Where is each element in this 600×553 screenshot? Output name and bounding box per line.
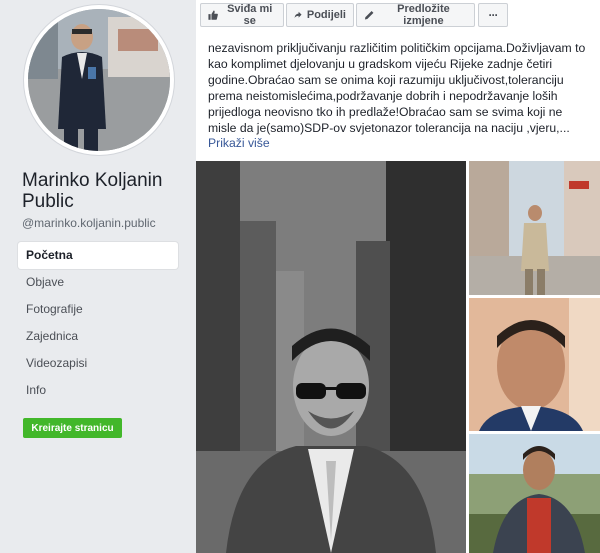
nav-item-label: Objave xyxy=(26,275,65,289)
suggest-edits-button[interactable]: Predložite izmjene xyxy=(356,3,475,27)
post-photo-4[interactable] xyxy=(469,434,600,553)
nav-item-fotografije[interactable]: Fotografije xyxy=(18,296,178,323)
page-title[interactable]: Marinko Koljanin Public xyxy=(22,170,182,212)
nav-item-label: Zajednica xyxy=(26,329,79,343)
nav-item-pocetna[interactable]: Početna xyxy=(18,242,178,269)
nav-item-label: Početna xyxy=(26,248,73,262)
closeup-portrait-photo xyxy=(469,298,600,431)
post-photo-2[interactable] xyxy=(469,161,600,295)
profile-picture[interactable] xyxy=(24,5,174,155)
like-button[interactable]: Sviđa mi se xyxy=(200,3,284,27)
post-photo-main[interactable] xyxy=(196,161,466,553)
see-more-link[interactable]: Prikaži više xyxy=(208,136,270,150)
profile-photo xyxy=(28,9,170,151)
suggest-edits-label: Predložite izmjene xyxy=(397,3,450,27)
page-nav: Početna Objave Fotografije Zajednica Vid… xyxy=(18,242,178,404)
page-handle: @marinko.koljanin.public xyxy=(22,216,156,230)
page-action-bar: Sviđa mi se Podijeli Predložite izmjene … xyxy=(196,0,600,37)
nav-item-zajednica[interactable]: Zajednica xyxy=(18,323,178,350)
thumbs-up-icon xyxy=(208,10,218,20)
like-label: Sviđa mi se xyxy=(227,3,273,27)
city-street-photo xyxy=(469,161,600,295)
street-portrait-bw xyxy=(196,161,466,553)
nav-item-info[interactable]: Info xyxy=(18,377,178,404)
nav-item-videozapisi[interactable]: Videozapisi xyxy=(18,350,178,377)
sidebar: Marinko Koljanin Public @marinko.koljani… xyxy=(0,0,188,553)
ellipsis-icon: ··· xyxy=(488,8,499,22)
share-label: Podijeli xyxy=(306,9,346,21)
post-card: nezavisnom priključivanju različitim pol… xyxy=(196,36,600,553)
create-page-button[interactable]: Kreirajte stranicu xyxy=(23,418,122,438)
pencil-icon xyxy=(364,11,374,20)
more-options-button[interactable]: ··· xyxy=(478,3,508,27)
post-text: nezavisnom priključivanju različitim pol… xyxy=(208,41,586,135)
share-arrow-icon xyxy=(294,11,302,18)
post-photo-3[interactable] xyxy=(469,298,600,431)
nav-item-label: Fotografije xyxy=(26,302,83,316)
share-button[interactable]: Podijeli xyxy=(286,3,354,27)
profile-photo-illustration xyxy=(28,9,170,151)
nav-item-objave[interactable]: Objave xyxy=(18,269,178,296)
nav-item-label: Info xyxy=(26,383,47,397)
outdoor-portrait-photo xyxy=(469,434,600,553)
nav-item-label: Videozapisi xyxy=(26,356,88,370)
